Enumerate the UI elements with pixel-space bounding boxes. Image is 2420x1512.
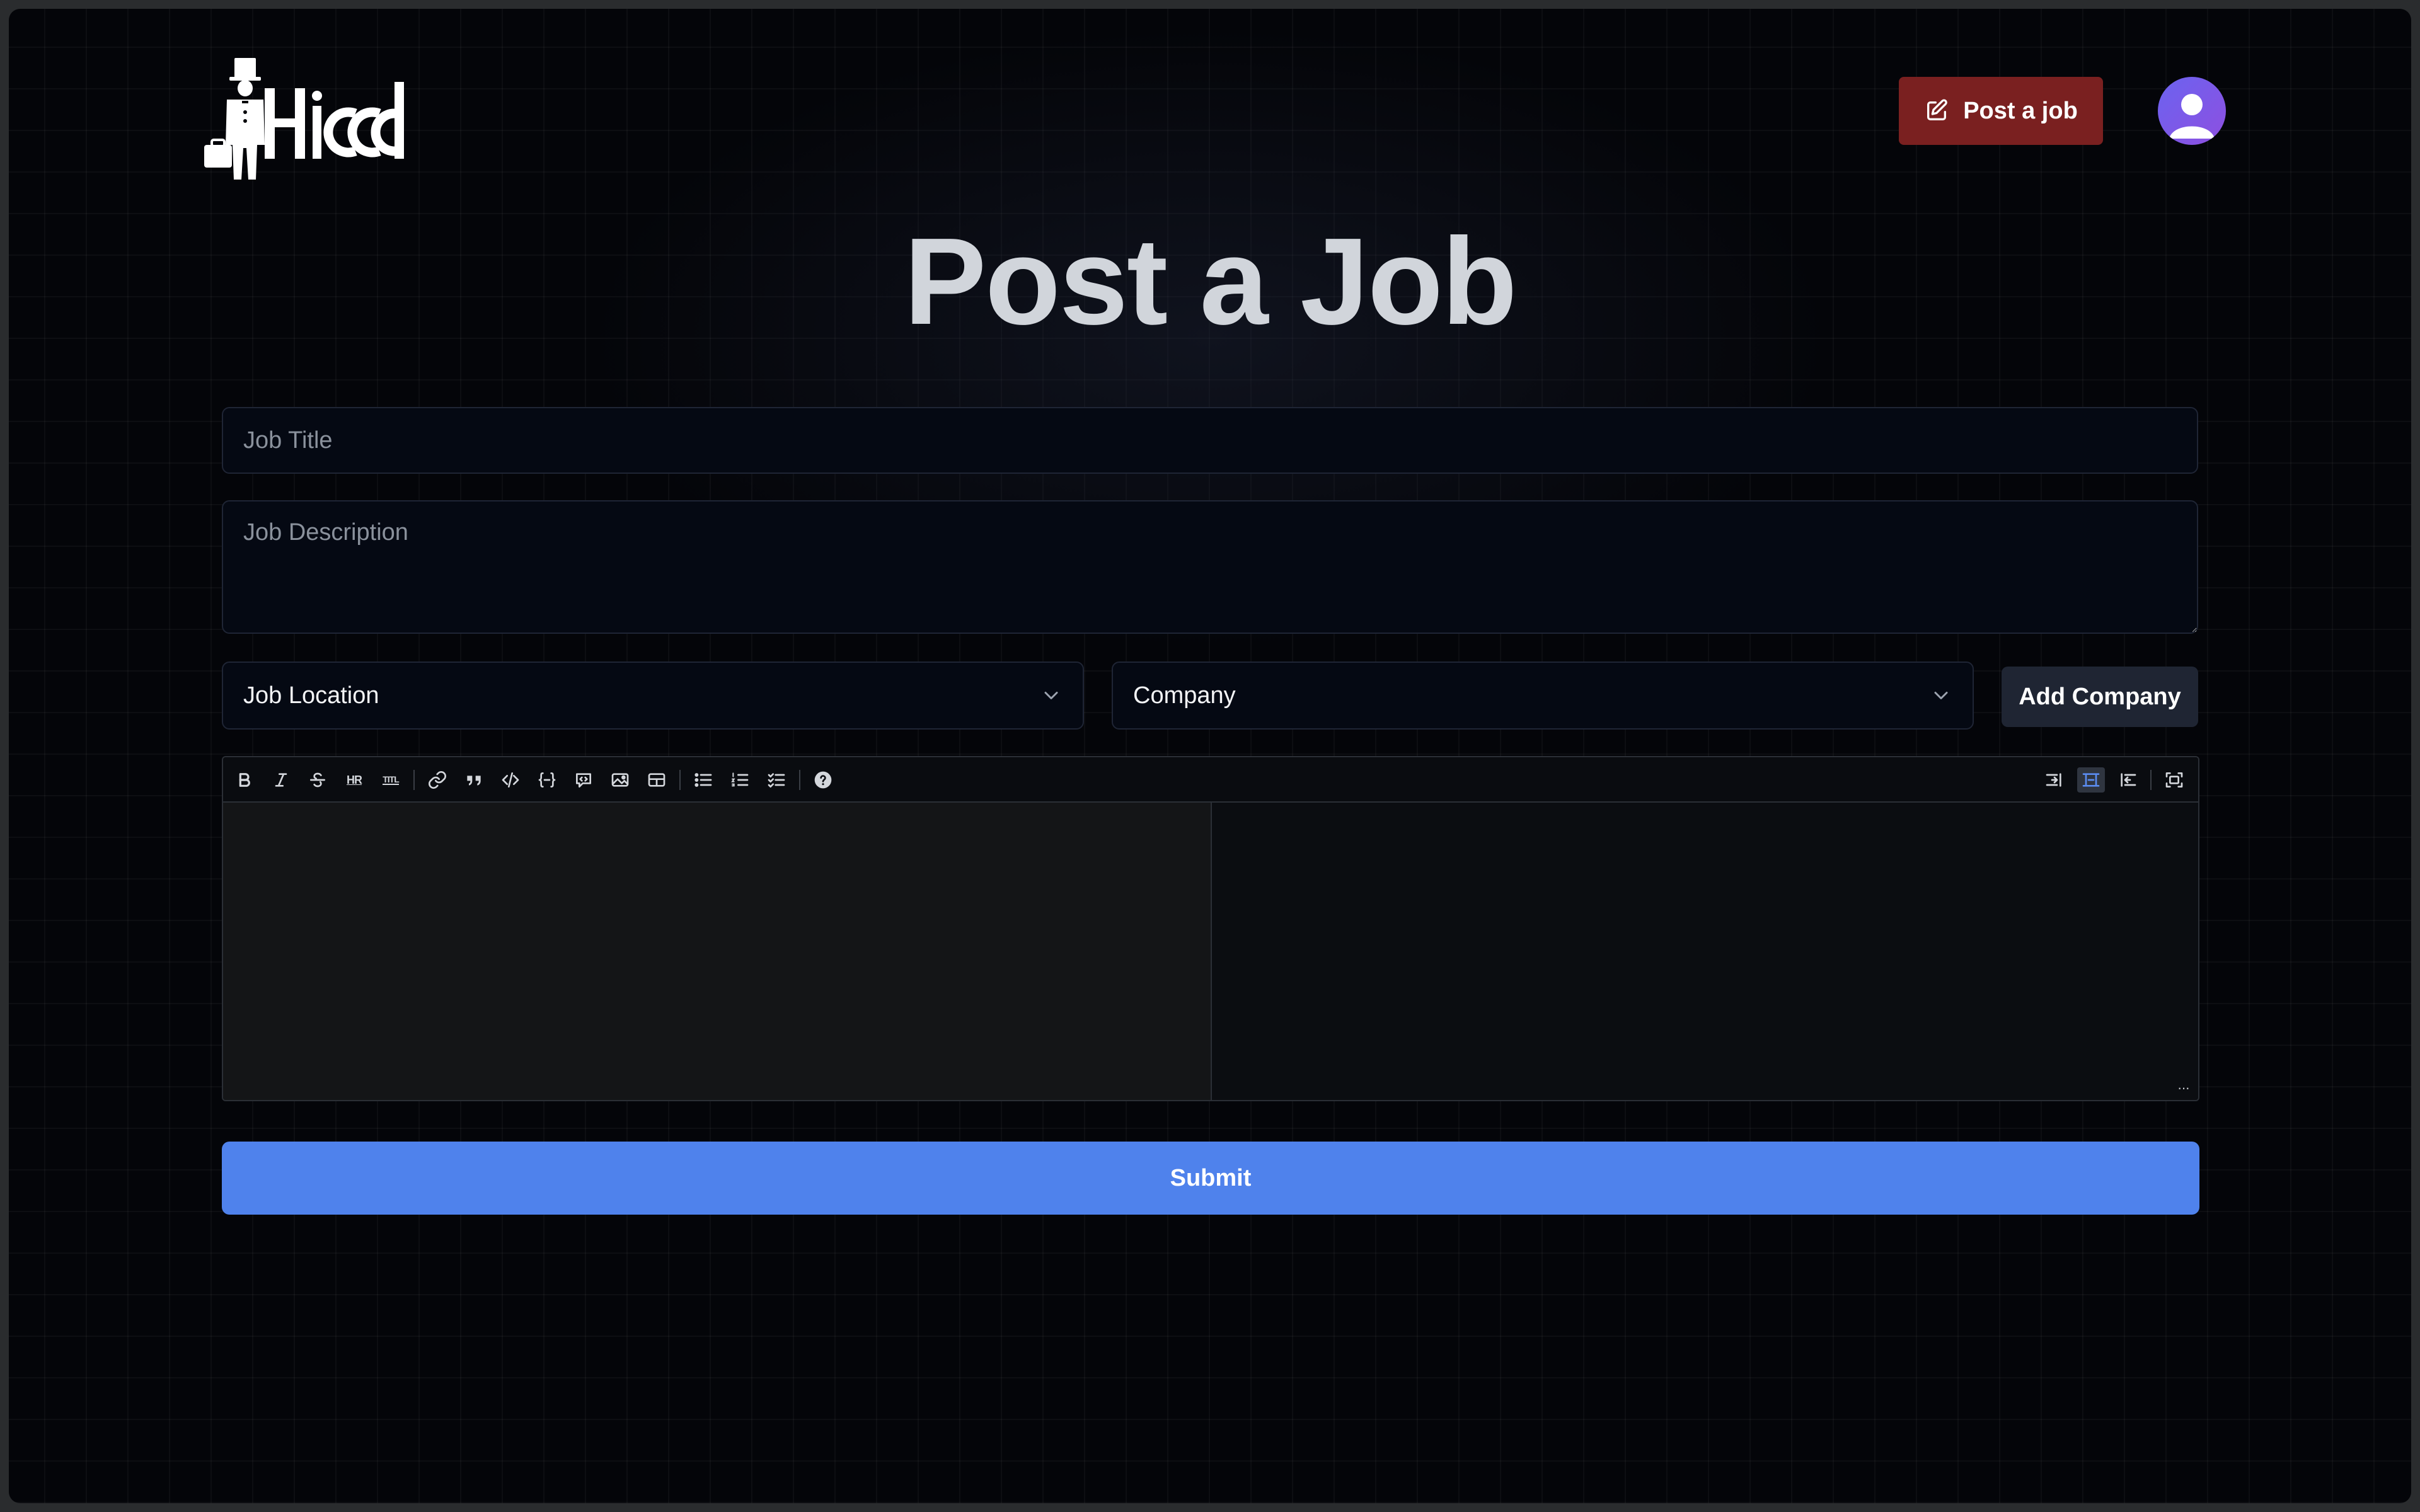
editor-toolbar: HR TITL — [223, 757, 2198, 803]
app-window: Post a job Post a Job Job Location Compa… — [9, 9, 2411, 1503]
bold-icon[interactable] — [231, 767, 258, 793]
chevron-down-icon — [1934, 692, 1948, 699]
post-a-job-label: Post a job — [1963, 97, 2078, 124]
strikethrough-icon[interactable] — [304, 767, 331, 793]
add-company-button[interactable]: Add Company — [2002, 667, 2198, 727]
edit-mode-icon[interactable] — [2041, 767, 2068, 793]
submit-button[interactable]: Submit — [222, 1142, 2199, 1215]
fullscreen-icon[interactable] — [2160, 767, 2188, 793]
job-location-select[interactable]: Job Location — [222, 662, 1084, 730]
toolbar-divider — [799, 770, 800, 790]
chevron-down-icon — [1044, 692, 1058, 699]
code-icon[interactable] — [497, 767, 524, 793]
editor-preview-pane — [1212, 803, 2198, 1100]
markdown-editor: HR TITL ··· — [222, 756, 2199, 1101]
table-icon[interactable] — [643, 767, 671, 793]
code-block-icon[interactable] — [533, 767, 561, 793]
unordered-list-icon[interactable] — [689, 767, 717, 793]
job-title-input[interactable] — [222, 407, 2198, 474]
hr-icon[interactable]: HR — [340, 767, 368, 793]
italic-icon[interactable] — [267, 767, 295, 793]
company-value: Company — [1133, 682, 1236, 709]
resize-handle[interactable]: ··· — [2177, 1080, 2190, 1096]
title-icon[interactable]: TITL — [377, 767, 405, 793]
company-select[interactable]: Company — [1112, 662, 1974, 730]
page-title: Post a Job — [904, 212, 1517, 350]
quote-icon[interactable] — [460, 767, 488, 793]
link-icon[interactable] — [424, 767, 451, 793]
user-icon — [2169, 94, 2215, 139]
post-a-job-button[interactable]: Post a job — [1899, 77, 2103, 145]
job-location-value: Job Location — [243, 682, 379, 709]
checklist-icon[interactable] — [763, 767, 790, 793]
hicrd-logo[interactable] — [202, 50, 416, 183]
live-mode-icon[interactable] — [2077, 767, 2105, 793]
preview-mode-icon[interactable] — [2114, 767, 2141, 793]
image-icon[interactable] — [606, 767, 634, 793]
ordered-list-icon[interactable] — [726, 767, 754, 793]
comment-icon[interactable] — [570, 767, 597, 793]
help-icon[interactable] — [809, 767, 837, 793]
logo-graphic — [204, 58, 404, 180]
edit-icon — [1927, 99, 1948, 120]
hr-label: HR — [347, 773, 362, 786]
job-description-input[interactable] — [222, 500, 2198, 634]
toolbar-divider — [413, 770, 415, 790]
title-label: TITL — [383, 774, 400, 785]
toolbar-divider — [679, 770, 681, 790]
editor-input-pane[interactable] — [223, 803, 1212, 1100]
user-avatar[interactable] — [2158, 77, 2226, 145]
toolbar-divider — [2150, 770, 2152, 790]
